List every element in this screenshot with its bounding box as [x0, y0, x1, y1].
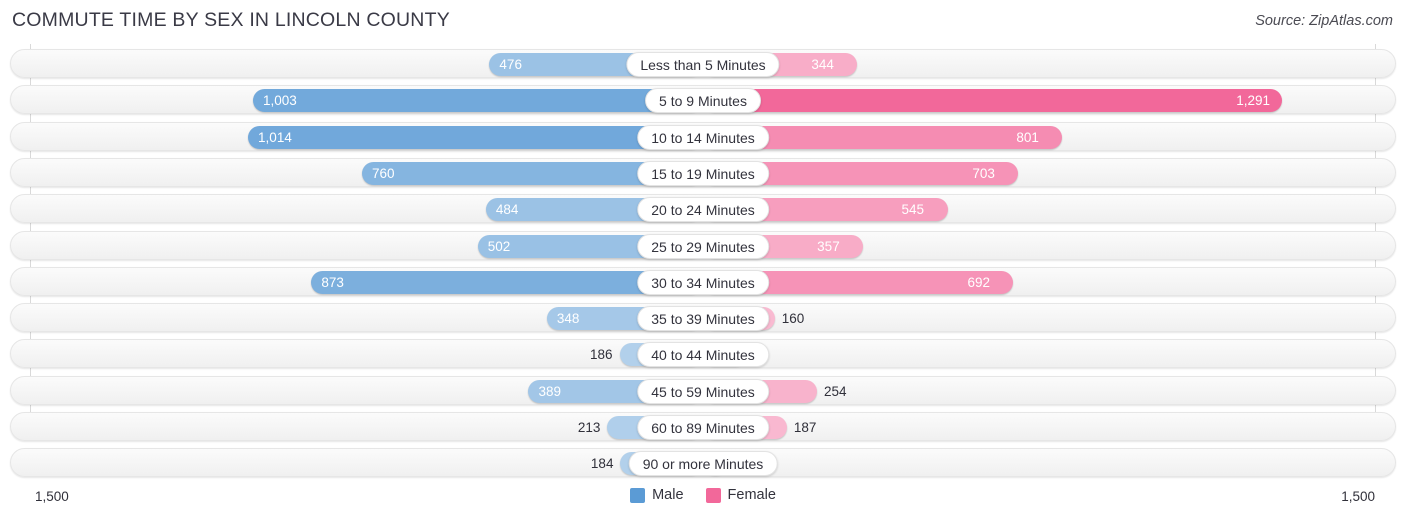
female-value-label: 160 — [781, 311, 805, 327]
source-attribution: Source: ZipAtlas.com — [1255, 13, 1393, 29]
male-bar[interactable] — [253, 89, 703, 113]
female-value-label: 357 — [817, 238, 840, 254]
table-row[interactable]: 1,014 801 10 to 14 Minutes — [10, 121, 1396, 151]
female-value-label: 254 — [823, 383, 847, 399]
category-label: 20 to 24 Minutes — [637, 197, 769, 223]
chart-plot-area: 476 344 Less than 5 Minutes 1,003 1,291 5 to … — [0, 44, 1406, 485]
category-label: 90 or more Minutes — [628, 451, 778, 477]
table-row[interactable]: 1,003 1,291 5 to 9 Minutes — [10, 85, 1396, 115]
male-value-label: 1,003 — [262, 93, 297, 109]
category-label: Less than 5 Minutes — [626, 52, 780, 77]
male-value-label: 873 — [321, 274, 344, 290]
table-row[interactable]: 760 703 15 to 19 Minutes — [10, 157, 1396, 187]
chart-legend: Male Female — [0, 488, 1406, 503]
category-label: 15 to 19 Minutes — [637, 160, 769, 186]
category-label: 40 to 44 Minutes — [637, 342, 769, 368]
male-value-label: 213 — [577, 420, 601, 435]
male-value-label: 184 — [590, 456, 614, 472]
category-label: 45 to 59 Minutes — [637, 378, 769, 404]
female-value-label: 545 — [901, 202, 925, 218]
category-label: 35 to 39 Minutes — [637, 306, 769, 332]
table-row[interactable]: 476 344 Less than 5 Minutes — [10, 49, 1396, 78]
legend-swatch-icon — [630, 488, 646, 503]
category-label: 5 to 9 Minutes — [645, 88, 761, 114]
legend-swatch-icon — [705, 488, 721, 503]
male-value-label: 348 — [556, 311, 580, 327]
female-bar[interactable] — [703, 89, 1283, 113]
legend-label: Female — [727, 487, 776, 503]
female-value-label: 344 — [811, 57, 834, 72]
table-row[interactable]: 484 545 20 to 24 Minutes — [10, 194, 1396, 224]
category-label: 30 to 34 Minutes — [637, 269, 769, 295]
chart-footer: 1,500 1,500 Male Female — [0, 485, 1406, 523]
table-row[interactable]: 389 254 45 to 59 Minutes — [10, 375, 1396, 405]
legend-item-female[interactable]: Female — [705, 487, 776, 503]
category-label: 10 to 14 Minutes — [637, 124, 769, 150]
male-value-label: 389 — [538, 383, 561, 399]
table-row[interactable]: 502 357 25 to 29 Minutes — [10, 230, 1396, 260]
female-value-label: 801 — [1016, 129, 1039, 145]
category-label: 60 to 89 Minutes — [637, 415, 769, 440]
male-value-label: 186 — [590, 347, 613, 363]
female-value-label: 703 — [972, 165, 995, 181]
table-row[interactable]: 873 692 30 to 34 Minutes — [10, 266, 1396, 296]
table-row[interactable]: 348 160 35 to 39 Minutes — [10, 303, 1396, 333]
female-value-label: 187 — [793, 420, 817, 435]
female-value-label: 1,291 — [1236, 93, 1271, 109]
category-label: 25 to 29 Minutes — [637, 233, 769, 259]
table-row[interactable]: 213 187 60 to 89 Minutes — [10, 412, 1396, 441]
male-value-label: 1,014 — [258, 129, 292, 145]
legend-label: Male — [652, 487, 684, 503]
male-value-label: 484 — [495, 202, 519, 218]
page-title: COMMUTE TIME BY SEX IN LINCOLN COUNTY — [12, 9, 450, 31]
male-value-label: 476 — [499, 57, 522, 72]
table-row[interactable]: 1869840 to 44 Minutes — [10, 339, 1396, 369]
male-bar[interactable] — [248, 125, 703, 149]
table-row[interactable]: 1845590 or more Minutes — [10, 448, 1396, 478]
male-value-label: 502 — [487, 238, 511, 254]
male-value-label: 760 — [372, 165, 395, 181]
legend-item-male[interactable]: Male — [630, 487, 684, 503]
chart-header: COMMUTE TIME BY SEX IN LINCOLN COUNTY So… — [0, 0, 1406, 44]
female-value-label: 692 — [967, 274, 990, 290]
